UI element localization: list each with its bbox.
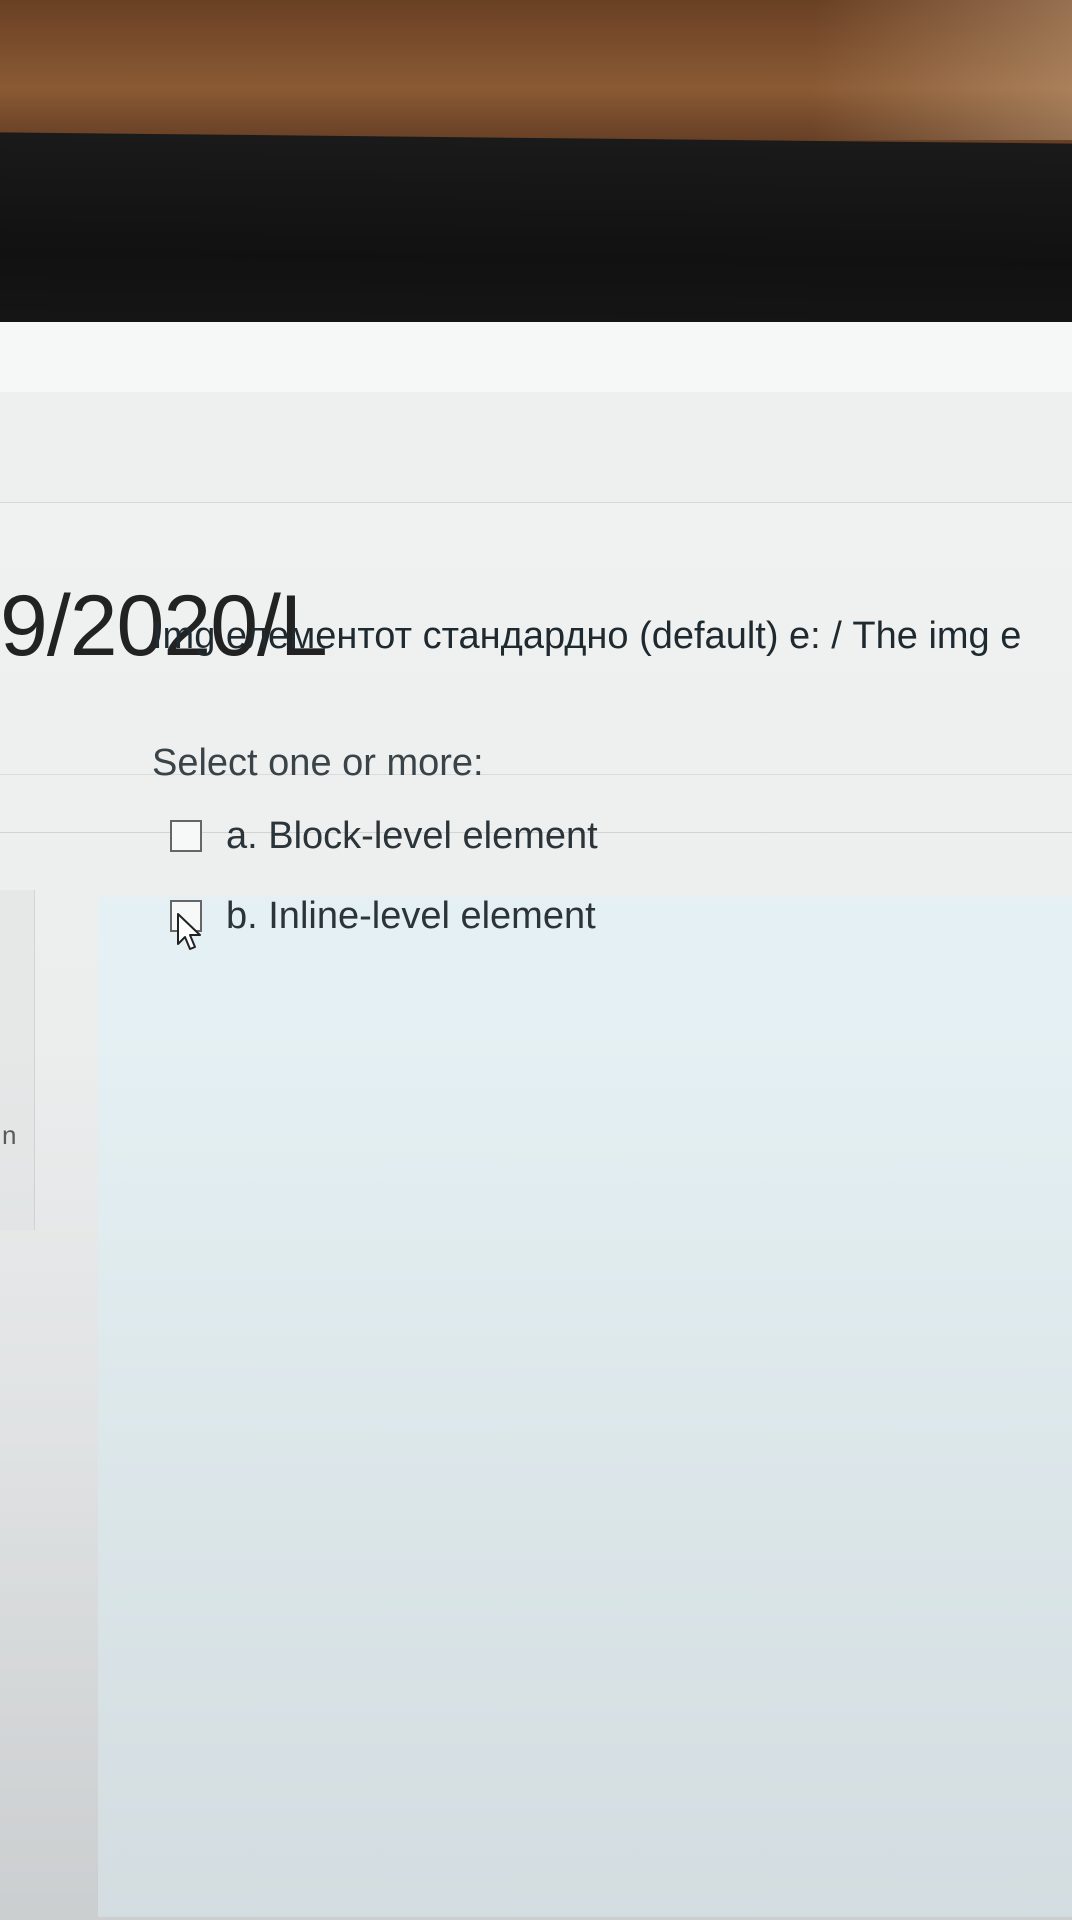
question-card xyxy=(98,897,1072,1917)
monitor-bezel xyxy=(0,132,1072,344)
checkbox-a[interactable] xyxy=(170,820,202,852)
info-panel-text: n xyxy=(2,1120,17,1150)
answer-option-label[interactable]: a. Block-level element xyxy=(226,815,598,858)
browser-top-bar xyxy=(0,322,1072,393)
question-info-panel: n xyxy=(0,890,35,1230)
site-navbar xyxy=(0,392,1072,503)
screen: 9/2020/L n xyxy=(0,322,1072,1920)
answer-option-a[interactable]: a. Block-level element xyxy=(170,812,598,860)
answer-option-b[interactable]: b. Inline-level element xyxy=(170,892,596,940)
mouse-pointer-icon xyxy=(177,913,201,950)
question-text: Img елементот стандардно (default) е: / … xyxy=(152,615,1022,657)
answer-option-label[interactable]: b. Inline-level element xyxy=(226,895,596,938)
answer-prompt: Select one or more: xyxy=(152,742,484,784)
